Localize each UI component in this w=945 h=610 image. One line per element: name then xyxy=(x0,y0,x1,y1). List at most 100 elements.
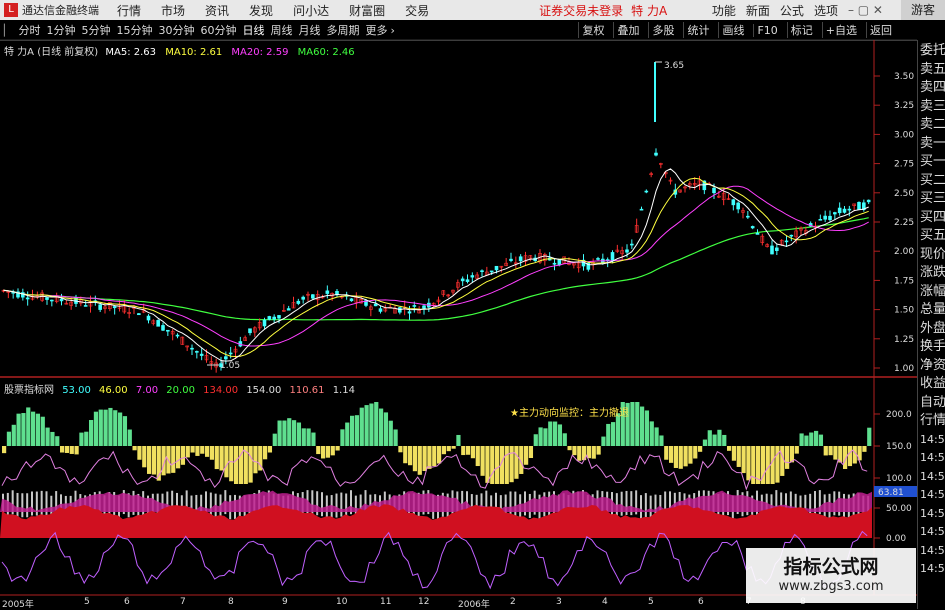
candle-body xyxy=(228,352,233,355)
candle-body xyxy=(248,328,252,334)
indicator-green-bar xyxy=(292,420,297,446)
indicator-yellow-bar xyxy=(775,446,780,483)
price-legend: 特 力A (日线 前复权) MA5: 2.63 MA10: 2.61 MA20:… xyxy=(4,43,355,58)
indicator-yellow-bar xyxy=(746,446,751,481)
indicator-gray-stripe xyxy=(16,492,19,517)
indicator-green-bar xyxy=(654,427,659,446)
indicator-green-bar xyxy=(562,433,567,446)
indicator-green-bar xyxy=(379,408,384,446)
candle-body xyxy=(770,245,774,255)
candle-body xyxy=(736,202,740,210)
side-panel-item[interactable]: 14:50 xyxy=(920,431,945,448)
indicator-green-bar xyxy=(350,415,355,446)
side-panel-item[interactable]: 行情 xyxy=(920,412,945,429)
current-value-text: 63.81 xyxy=(878,488,904,498)
indicator-yellow-bar xyxy=(427,446,432,469)
side-panel-item[interactable]: 卖一 xyxy=(920,135,945,152)
side-panel-item[interactable]: 14:50 xyxy=(920,486,945,503)
indicator-yellow-bar xyxy=(698,446,703,452)
price-tick-label: 2.75 xyxy=(894,160,914,170)
indicator-yellow-bar xyxy=(847,446,853,467)
side-panel-item[interactable]: 卖五 xyxy=(920,61,945,78)
indicator-green-bar xyxy=(364,405,369,446)
side-panel-item[interactable]: 涨跌 xyxy=(920,264,945,281)
indicator-green-bar xyxy=(40,416,45,446)
candle-body xyxy=(25,297,30,300)
indicator-yellow-bar xyxy=(171,446,176,473)
side-panel-item[interactable]: 买一 xyxy=(920,153,945,170)
side-panel-item[interactable]: 现价 xyxy=(920,246,945,263)
indicator-green-bar xyxy=(649,421,654,446)
side-panel-item[interactable]: 买三 xyxy=(920,190,945,207)
indicator-green-bar xyxy=(301,428,306,446)
indicator-green-bar xyxy=(369,403,374,446)
side-panel-item[interactable]: 卖三 xyxy=(920,98,945,115)
indicator-yellow-bar xyxy=(64,446,70,453)
side-panel-item[interactable]: 卖四 xyxy=(920,79,945,96)
indicator-green-bar xyxy=(601,436,606,446)
indicator-yellow-bar xyxy=(485,446,490,483)
side-panel-item[interactable]: 14:50 xyxy=(920,560,945,577)
indicator-yellow-bar xyxy=(741,446,746,474)
candle-body xyxy=(262,319,267,327)
candle-body xyxy=(557,258,562,266)
indicator-yellow-bar xyxy=(330,446,335,456)
candle-body xyxy=(746,215,750,218)
candle-body xyxy=(465,279,470,282)
indicator-value-6: 154.00 xyxy=(246,385,282,396)
indicator-yellow-bar xyxy=(504,446,509,484)
candle-body xyxy=(325,290,330,294)
price-tick-label: 3.50 xyxy=(894,72,914,82)
indicator-green-bar xyxy=(35,413,41,446)
side-panel-item[interactable]: 买五 xyxy=(920,227,945,244)
indicator-gray-stripe xyxy=(640,495,642,520)
indicator-green-bar xyxy=(717,429,722,446)
indicator-legend: 股票指标网 53.00 46.00 7.00 20.00 134.00 154.… xyxy=(4,381,360,396)
date-axis-label: 5 xyxy=(84,597,90,607)
side-panel-item[interactable]: 涨幅 xyxy=(920,283,945,300)
indicator-green-bar xyxy=(383,412,389,446)
side-panel-item[interactable]: 净资 xyxy=(920,357,945,374)
side-panel-item[interactable]: 14:50 xyxy=(920,542,945,559)
indicator-green-bar xyxy=(611,422,616,446)
side-panel-item[interactable]: 收益 xyxy=(920,375,945,392)
indicator-yellow-bar xyxy=(785,446,790,469)
price-tick-label: 2.25 xyxy=(894,218,914,228)
side-panel-item[interactable]: 买四 xyxy=(920,209,945,226)
indicator-green-bar xyxy=(548,421,553,446)
indicator-signal: ★主力动向监控：主力撤退 xyxy=(510,408,629,419)
side-panel-item[interactable]: 卖二 xyxy=(920,116,945,133)
indicator-yellow-bar xyxy=(572,446,577,456)
candle-body xyxy=(837,207,842,214)
candle-body xyxy=(480,270,484,272)
date-axis-label: 11 xyxy=(380,597,392,607)
indicator-axis: 200.0 150.0 100.0 50.00 0.00 xyxy=(874,410,912,544)
candle-body xyxy=(639,208,644,211)
side-panel-item[interactable]: 外盘 xyxy=(920,320,945,337)
indicator-yellow-bar xyxy=(253,446,258,474)
candle-body xyxy=(818,218,823,221)
side-panel-item[interactable]: 买二 xyxy=(920,172,945,189)
indicator-gray-stripe xyxy=(209,492,212,517)
side-panel-item[interactable]: 自动 xyxy=(920,394,945,411)
side-panel-item[interactable]: 14:50 xyxy=(920,449,945,466)
side-panel-item[interactable]: 14:50 xyxy=(920,505,945,522)
indicator-yellow-bars xyxy=(2,446,867,484)
side-panel-item[interactable]: 换手 xyxy=(920,338,945,355)
indicator-yellow-bar xyxy=(669,446,674,463)
ma-lines xyxy=(3,168,869,362)
date-axis-label: 2 xyxy=(510,597,516,607)
side-panel-item[interactable]: 总量 xyxy=(920,301,945,318)
side-panel-item[interactable]: 14:50 xyxy=(920,523,945,540)
indicator-green-bar xyxy=(799,433,804,446)
indicator-yellow-bar xyxy=(432,446,437,467)
indicator-name[interactable]: 股票指标网 xyxy=(4,385,54,396)
indicator-yellow-bar xyxy=(234,446,239,484)
price-legend-title[interactable]: 特 力A (日线 前复权) xyxy=(4,47,98,58)
chart-canvas[interactable]: 3.50 3.25 3.00 2.75 2.50 2.25 2.00 1.75 1.50 1.25… xyxy=(0,0,945,609)
side-panel-item[interactable]: 委托 xyxy=(920,42,945,59)
indicator-green-bar xyxy=(553,421,558,446)
indicator-yellow-bar xyxy=(524,446,529,465)
ma60-value: MA60: 2.46 xyxy=(297,47,355,58)
side-panel-item[interactable]: 14:50 xyxy=(920,468,945,485)
